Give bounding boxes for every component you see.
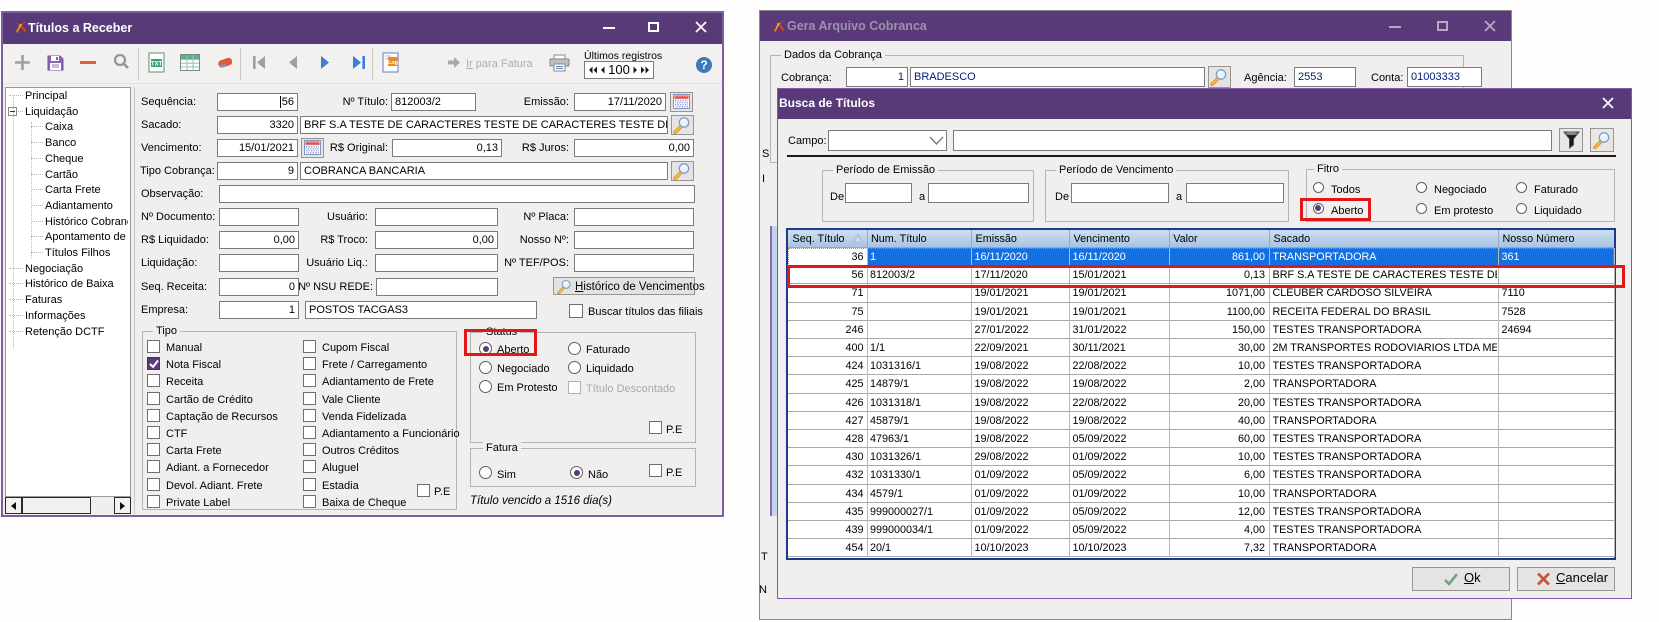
- svg-text:Log: Log: [388, 60, 398, 66]
- svg-text:TXT: TXT: [151, 62, 163, 68]
